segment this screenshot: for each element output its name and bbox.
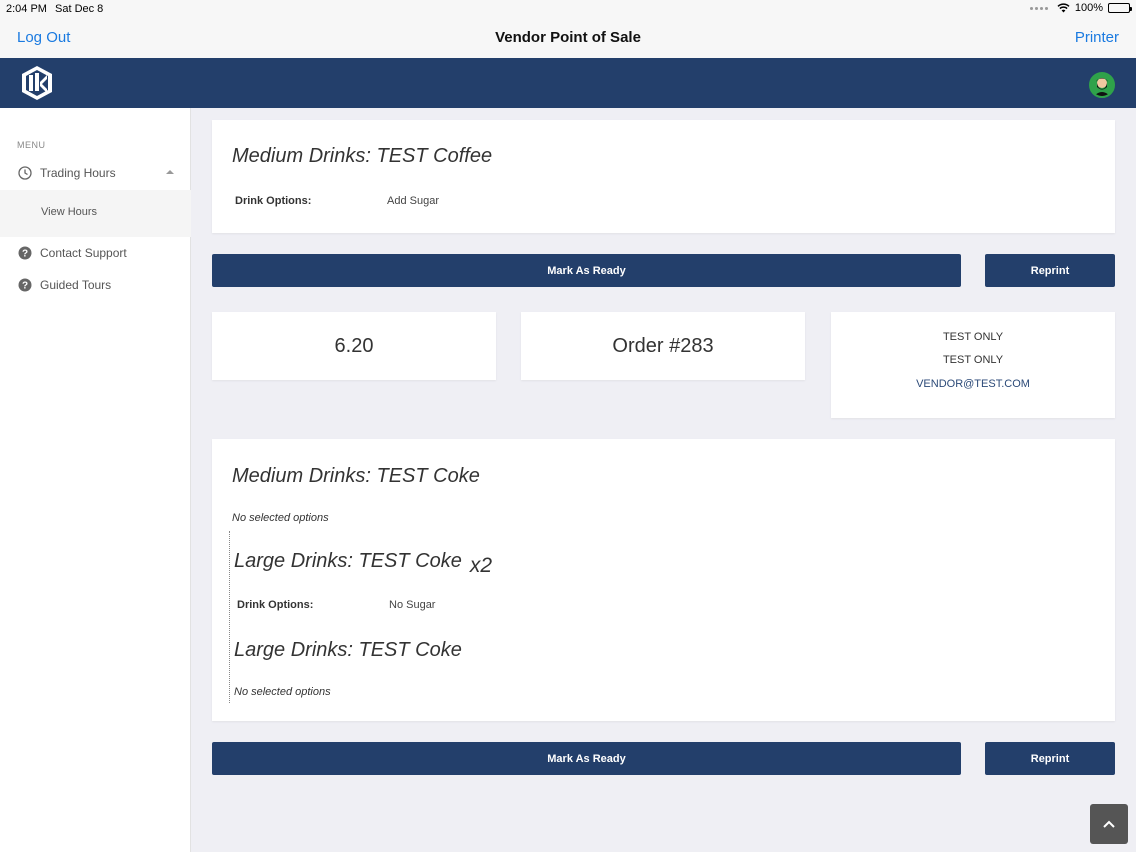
order-total: 6.20 <box>334 334 374 357</box>
page-title: Vendor Point of Sale <box>495 29 641 46</box>
status-date: Sat Dec 8 <box>55 3 104 15</box>
no-options-text: No selected options <box>234 686 331 698</box>
svg-text:?: ? <box>22 249 28 260</box>
sub-item-title: Large Drinks: TEST Coke <box>234 550 462 572</box>
order-number: Order #283 <box>612 334 714 357</box>
order-item-card: Medium Drinks: TEST Coffee Drink Options… <box>212 120 1115 233</box>
svg-text:?: ? <box>22 281 28 292</box>
chevron-up-icon <box>1103 820 1115 828</box>
order-item-card: Medium Drinks: TEST Coke No selected opt… <box>212 439 1115 721</box>
reprint-button[interactable]: Reprint <box>985 742 1115 775</box>
help-icon: ? <box>18 278 32 292</box>
sub-item-quantity: x2 <box>469 554 493 577</box>
sidebar-item-label: Trading Hours <box>40 166 116 180</box>
option-value: No Sugar <box>389 599 436 611</box>
printer-button[interactable]: Printer <box>1075 29 1119 46</box>
battery-percent: 100% <box>1074 2 1103 14</box>
app-header <box>0 58 1136 108</box>
status-indicators: 100% <box>1029 2 1132 14</box>
menu-label: MENU <box>17 140 46 150</box>
navigation-bar: Log Out Vendor Point of Sale Printer <box>0 18 1136 58</box>
customer-phone: TEST ONLY <box>942 354 1004 366</box>
customer-email: VENDOR@TEST.COM <box>916 378 1030 390</box>
chevron-up-icon <box>166 170 174 174</box>
mark-as-ready-button[interactable]: Mark As Ready <box>212 254 961 287</box>
drink-options-row: Drink Options: Add Sugar <box>235 195 439 207</box>
help-icon: ? <box>18 246 32 260</box>
scroll-to-top-button[interactable] <box>1090 804 1128 844</box>
no-options-text: No selected options <box>232 512 329 524</box>
drink-options-row: Drink Options: No Sugar <box>237 599 435 611</box>
sidebar-item-label: Contact Support <box>40 246 127 260</box>
cellular-dots-icon <box>1029 6 1048 10</box>
item-title: Medium Drinks: TEST Coffee <box>232 145 493 167</box>
status-bar: 2:04 PM Sat Dec 8 100% <box>0 0 1136 18</box>
sidebar-item-label: Guided Tours <box>40 278 112 292</box>
item-title: Medium Drinks: TEST Coke <box>232 465 480 487</box>
sub-items-divider <box>229 531 230 703</box>
sub-item-title: Large Drinks: TEST Coke <box>234 639 462 661</box>
mark-as-ready-button[interactable]: Mark As Ready <box>212 742 961 775</box>
sub-item-title-row: Large Drinks: TEST Coke x2 <box>234 549 492 577</box>
customer-name: TEST ONLY <box>942 331 1004 343</box>
reprint-button[interactable]: Reprint <box>985 254 1115 287</box>
order-number-card: Order #283 <box>521 312 805 380</box>
user-avatar[interactable] <box>1089 72 1115 98</box>
sidebar-item-view-hours[interactable]: View Hours <box>41 206 97 218</box>
avatar-icon <box>1091 74 1113 96</box>
clock-icon <box>18 166 32 180</box>
battery-icon <box>1108 3 1132 13</box>
order-total-card: 6.20 <box>212 312 496 380</box>
sidebar: MENU Trading Hours View Hours ? Contact … <box>0 108 191 852</box>
brand-logo-icon[interactable] <box>18 64 56 102</box>
sidebar-submenu: View Hours <box>0 190 191 237</box>
sidebar-item-trading-hours[interactable]: Trading Hours <box>0 158 191 188</box>
customer-info-card: TEST ONLY TEST ONLY VENDOR@TEST.COM <box>831 312 1115 418</box>
sidebar-item-contact-support[interactable]: ? Contact Support <box>0 238 191 268</box>
option-value: Add Sugar <box>387 195 439 207</box>
sidebar-item-guided-tours[interactable]: ? Guided Tours <box>0 270 191 300</box>
option-key: Drink Options: <box>235 195 312 207</box>
status-time: 2:04 PM <box>6 3 47 15</box>
wifi-icon <box>1057 3 1070 13</box>
option-key: Drink Options: <box>237 599 314 611</box>
